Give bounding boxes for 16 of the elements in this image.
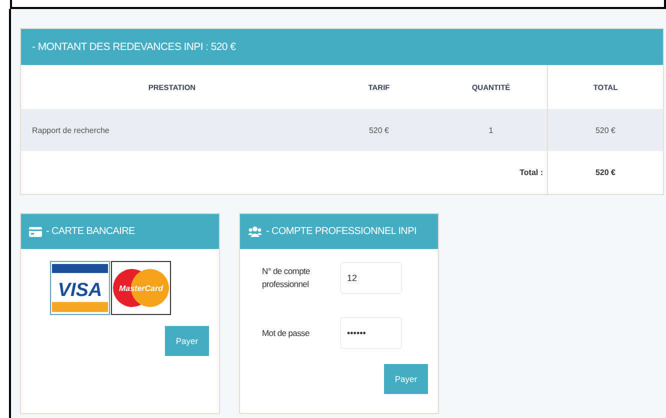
table-cell: 1 [435, 109, 548, 151]
card-title: - COMPTE PROFESSIONNEL INPI [266, 226, 416, 237]
input-field[interactable]: •••••• [340, 317, 402, 349]
field-label: Mot de passe [262, 326, 310, 340]
table-cell: 520 € [323, 109, 435, 151]
field-label: N° de compte professionnel [262, 265, 311, 291]
card-title: - CARTE BANCAIRE [46, 226, 135, 237]
table-cell: Rapport de recherche [21, 109, 323, 151]
input-field[interactable]: 12 [340, 262, 402, 294]
total-value: 520 € [548, 151, 663, 194]
panel-title: - MONTANT DES REDEVANCES INPI : 520 € [21, 29, 663, 65]
users-icon [248, 226, 262, 237]
credit-card-icon [29, 226, 42, 236]
total-label: Total : [520, 168, 543, 177]
table-cell: 520 € [548, 109, 663, 151]
visa-logo: VISA [50, 261, 110, 315]
